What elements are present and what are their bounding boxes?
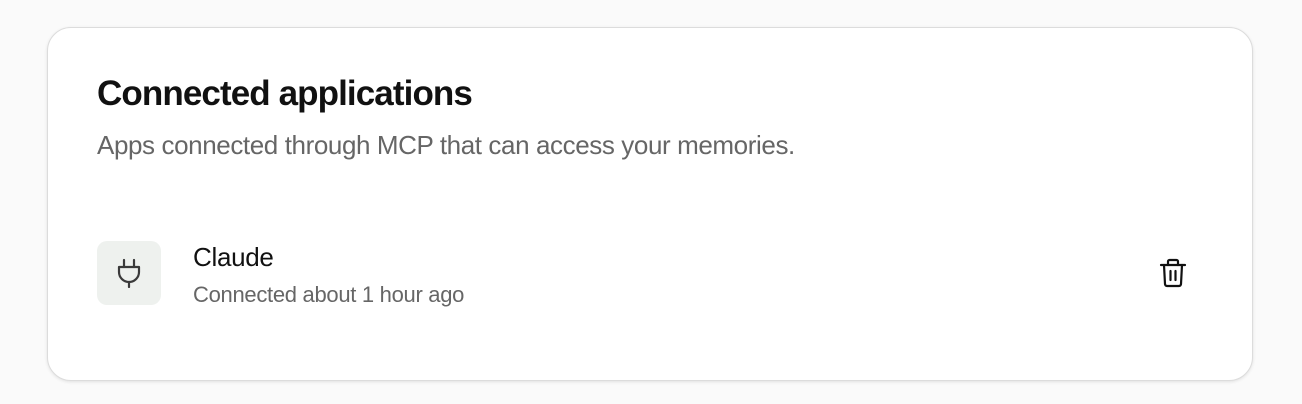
app-connection-status: Connected about 1 hour ago (193, 282, 465, 307)
app-name: Claude (193, 242, 274, 272)
trash-icon (1159, 258, 1187, 291)
section-title: Connected applications (97, 74, 473, 113)
plug-icon (97, 241, 161, 305)
section-subtitle: Apps connected through MCP that can acce… (97, 130, 795, 160)
connected-app-row: Claude Connected about 1 hour ago (97, 241, 1203, 307)
connected-applications-card: Connected applications Apps connected th… (47, 27, 1253, 381)
delete-app-button[interactable] (1153, 254, 1193, 294)
